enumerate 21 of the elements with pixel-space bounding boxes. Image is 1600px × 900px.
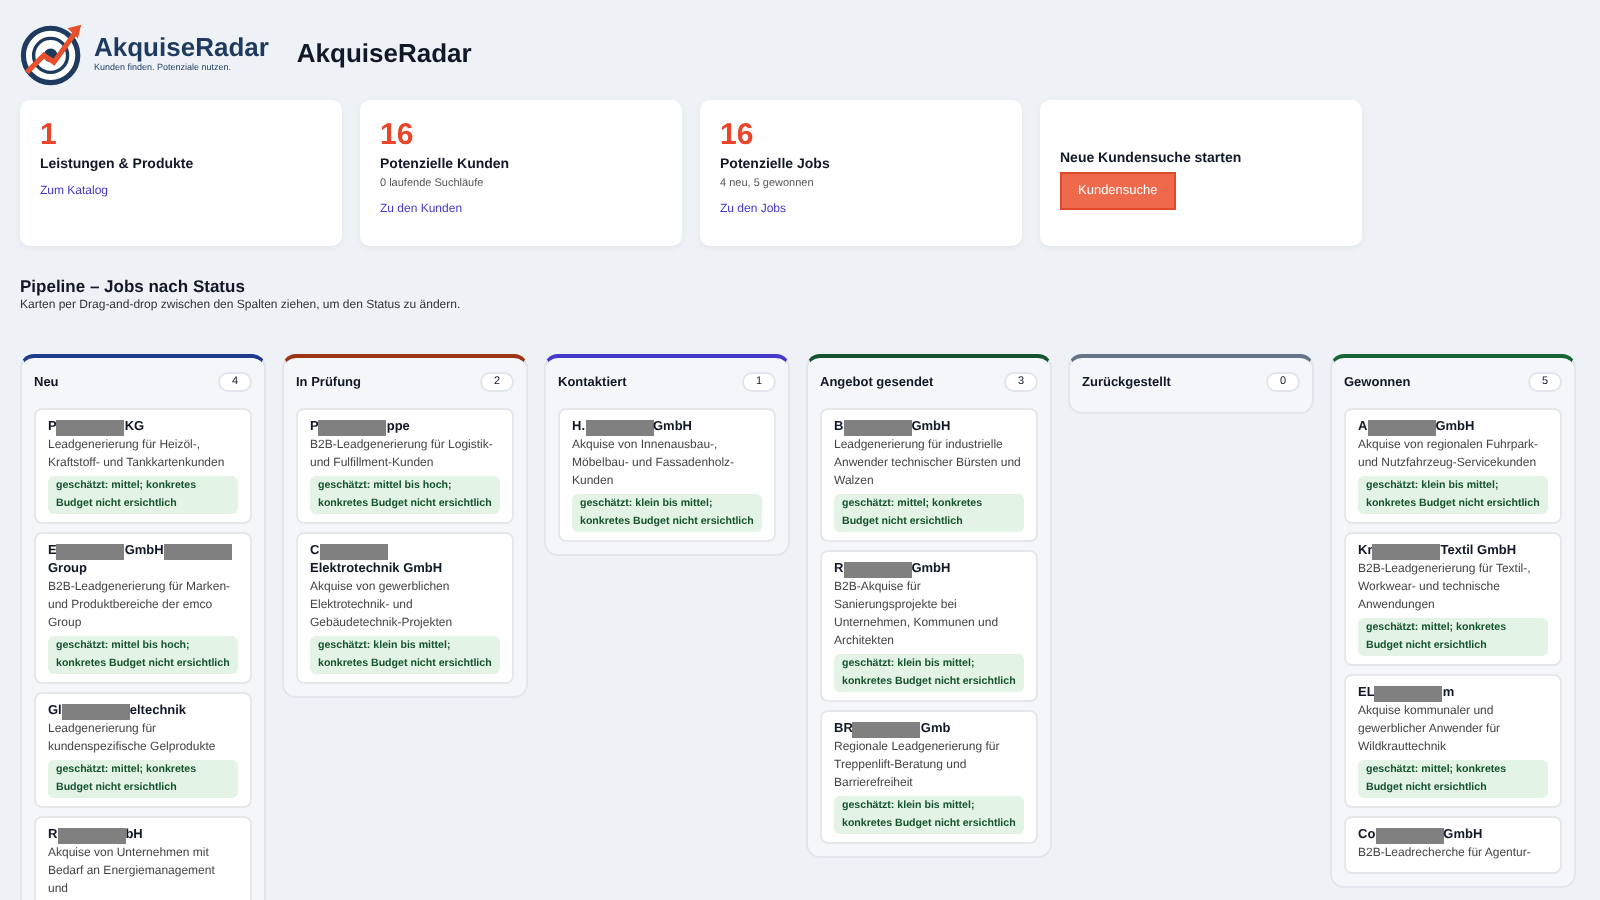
redaction-bar — [318, 419, 387, 435]
redaction-bar — [163, 543, 232, 559]
redaction-bar — [852, 721, 921, 737]
redaction-bar — [1375, 827, 1444, 843]
redaction-bar — [1367, 419, 1436, 435]
stat-value: 16 — [720, 118, 756, 154]
redaction-bar — [319, 543, 388, 559]
redaction-bar — [56, 543, 125, 559]
redaction-bar — [843, 561, 912, 577]
redaction-bar — [1374, 685, 1443, 701]
redaction-bar — [56, 419, 125, 435]
redaction-bar — [57, 827, 126, 843]
logo-name: AkquiseRadar — [94, 32, 269, 62]
redaction-bar — [843, 419, 912, 435]
app-title: AkquiseRadar — [296, 37, 472, 67]
redaction-bar — [1372, 543, 1441, 559]
section-title: Pipeline – Jobs nach Status — [20, 276, 247, 296]
stat-value: 16 — [380, 118, 416, 154]
redaction-bar — [61, 703, 130, 719]
redaction-bar — [585, 419, 653, 435]
stat-value: 1 — [40, 118, 59, 154]
